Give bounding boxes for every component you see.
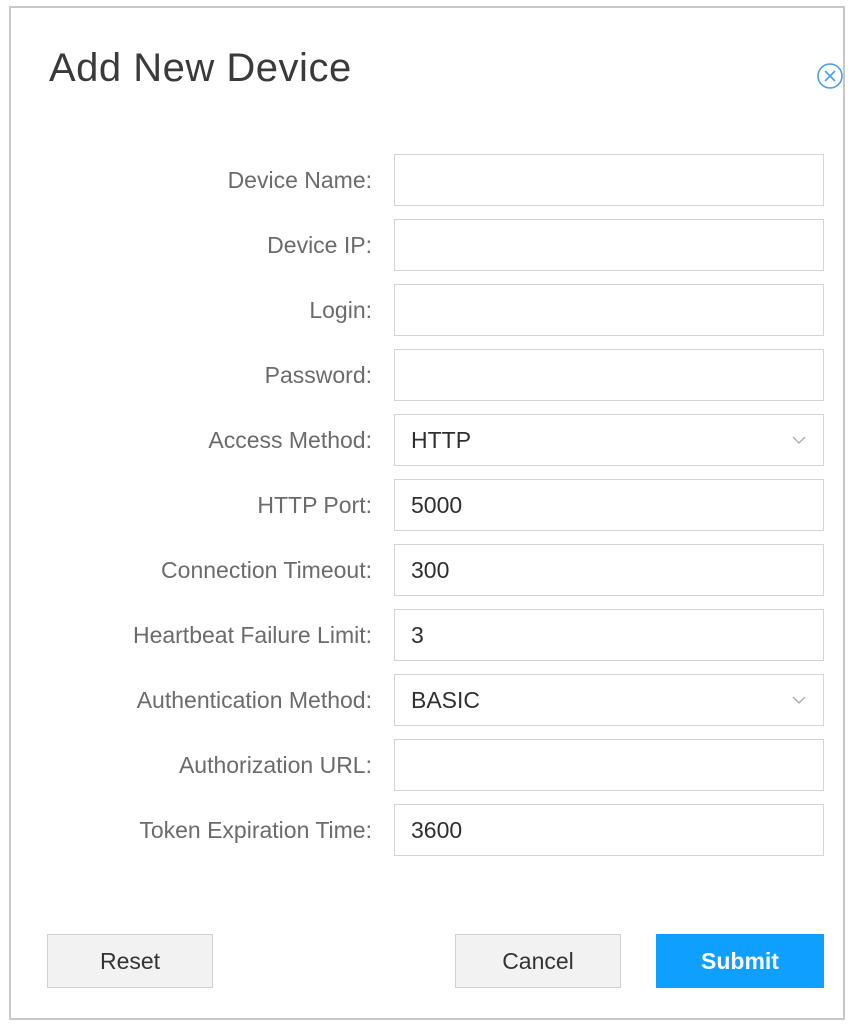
form-row-http-port: HTTP Port: — [11, 479, 843, 531]
form-row-login: Login: — [11, 284, 843, 336]
form-row-authentication-method: Authentication Method: BASIC — [11, 674, 843, 726]
access-method-label: Access Method: — [208, 427, 372, 453]
password-input[interactable] — [394, 349, 824, 401]
access-method-value: HTTP — [411, 427, 472, 453]
password-label: Password: — [264, 362, 372, 388]
form-row-connection-timeout: Connection Timeout: — [11, 544, 843, 596]
connection-timeout-input[interactable] — [394, 544, 824, 596]
form-row-authorization-url: Authorization URL: — [11, 739, 843, 791]
connection-timeout-label: Connection Timeout: — [161, 557, 372, 583]
authorization-url-label: Authorization URL: — [178, 752, 372, 778]
form-row-device-name: Device Name: — [11, 154, 843, 206]
heartbeat-failure-limit-label: Heartbeat Failure Limit: — [132, 622, 372, 648]
login-input[interactable] — [394, 284, 824, 336]
cancel-button[interactable]: Cancel — [455, 934, 621, 988]
add-device-dialog: Add New Device Device Name: Device IP: L… — [9, 6, 845, 1020]
form-row-heartbeat-failure-limit: Heartbeat Failure Limit: — [11, 609, 843, 661]
http-port-input[interactable] — [394, 479, 824, 531]
device-ip-label: Device IP: — [267, 232, 372, 258]
chevron-down-icon — [791, 693, 807, 705]
http-port-label: HTTP Port: — [257, 492, 372, 518]
token-expiration-time-label: Token Expiration Time: — [139, 817, 372, 843]
heartbeat-failure-limit-input[interactable] — [394, 609, 824, 661]
device-name-label: Device Name: — [227, 167, 372, 193]
form-row-device-ip: Device IP: — [11, 219, 843, 271]
authorization-url-input[interactable] — [394, 739, 824, 791]
submit-button[interactable]: Submit — [656, 934, 824, 988]
authentication-method-select[interactable]: BASIC — [394, 674, 824, 726]
form-row-token-expiration-time: Token Expiration Time: — [11, 804, 843, 856]
dialog-title: Add New Device — [49, 46, 352, 90]
chevron-down-icon — [791, 433, 807, 445]
form-row-access-method: Access Method: HTTP — [11, 414, 843, 466]
token-expiration-time-input[interactable] — [394, 804, 824, 856]
reset-button[interactable]: Reset — [47, 934, 213, 988]
authentication-method-label: Authentication Method: — [136, 687, 372, 713]
device-ip-input[interactable] — [394, 219, 824, 271]
access-method-select[interactable]: HTTP — [394, 414, 824, 466]
device-name-input[interactable] — [394, 154, 824, 206]
form-row-password: Password: — [11, 349, 843, 401]
authentication-method-value: BASIC — [411, 687, 481, 713]
close-icon[interactable] — [816, 62, 844, 90]
login-label: Login: — [309, 297, 372, 323]
